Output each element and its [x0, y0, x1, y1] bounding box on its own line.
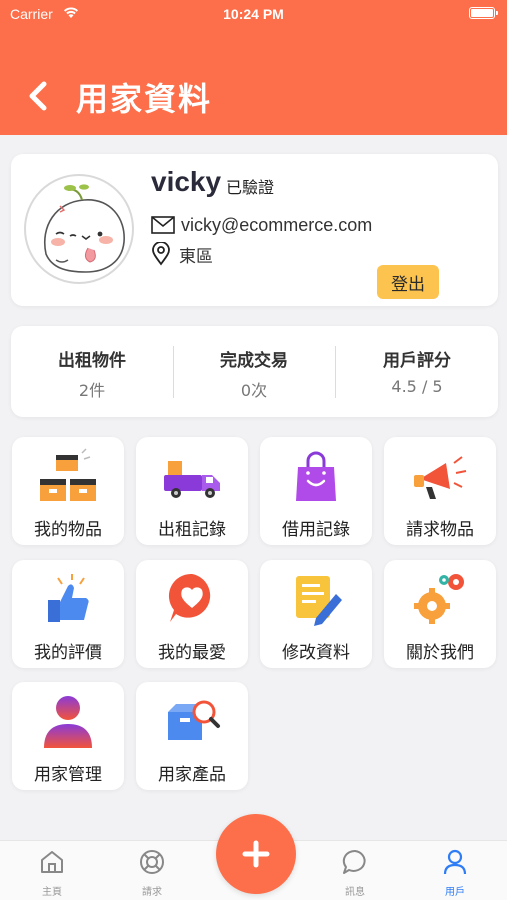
verified-badge: 已驗證 — [226, 178, 275, 197]
delivery-truck-icon — [164, 461, 220, 498]
avatar-illustration — [44, 184, 125, 273]
avatar[interactable] — [24, 174, 134, 284]
profile-card: vicky 已驗證 vicky@ecommerce.com 東區 登出 — [11, 154, 498, 306]
tile-label: 我的評價 — [34, 643, 102, 663]
shopping-bag-icon — [296, 451, 336, 501]
menu-borrow-records[interactable]: 借用記錄 — [260, 437, 372, 545]
gears-icon — [414, 574, 464, 624]
tile-label: 用家管理 — [34, 765, 102, 785]
menu-favourites[interactable]: 我的最愛 — [136, 560, 248, 668]
menu-user-products[interactable]: 用家產品 — [136, 682, 248, 790]
tab-label: 訊息 — [345, 887, 365, 898]
user-silhouette-icon — [44, 696, 92, 748]
tab-user[interactable]: 用戶 — [405, 841, 505, 900]
menu-rental-records[interactable]: 出租記錄 — [136, 437, 248, 545]
add-button[interactable] — [216, 814, 296, 894]
clock: 10:24 PM — [223, 6, 284, 22]
tab-requests[interactable]: 請求 — [102, 841, 202, 900]
stat-rentals: 出租物件 2件 — [11, 326, 173, 417]
thumbs-up-icon — [48, 574, 89, 622]
megaphone-icon — [414, 456, 467, 499]
email-text: vicky@ecommerce.com — [181, 214, 373, 235]
tile-label: 關於我們 — [406, 643, 474, 663]
username: vicky — [151, 166, 222, 197]
tile-label: 我的最愛 — [158, 643, 226, 663]
email-row: vicky@ecommerce.com — [151, 214, 372, 236]
menu-about-us[interactable]: 關於我們 — [384, 560, 496, 668]
edit-note-icon — [296, 576, 342, 626]
heart-bubble-icon — [168, 573, 211, 622]
stat-transactions: 完成交易 0次 — [173, 326, 335, 417]
user-icon — [443, 849, 467, 875]
product-search-icon — [168, 700, 220, 740]
envelope-icon — [151, 216, 175, 234]
stats-card: 出租物件 2件 完成交易 0次 用戶評分 4.5 / 5 — [11, 326, 498, 417]
status-bar: Carrier 10:24 PM — [0, 0, 507, 30]
lifebuoy-icon — [140, 850, 164, 874]
menu-my-reviews[interactable]: 我的評價 — [12, 560, 124, 668]
tab-home[interactable]: 主頁 — [2, 841, 102, 900]
tab-label: 主頁 — [42, 887, 62, 898]
tab-label: 請求 — [142, 887, 162, 898]
tile-label: 用家產品 — [158, 765, 226, 785]
back-arrow-icon[interactable] — [22, 76, 58, 116]
logout-button[interactable]: 登出 — [377, 265, 439, 299]
plus-icon — [242, 840, 270, 868]
tile-label: 出租記錄 — [158, 520, 226, 540]
location-pin-icon — [152, 242, 170, 266]
boxes-icon — [40, 448, 96, 501]
tab-messages[interactable]: 訊息 — [305, 841, 405, 900]
stat-rating: 用戶評分 4.5 / 5 — [336, 326, 498, 417]
menu-edit-profile[interactable]: 修改資料 — [260, 560, 372, 668]
tile-label: 我的物品 — [34, 520, 102, 540]
stat-label: 出租物件 — [58, 351, 126, 371]
tab-label: 用戶 — [445, 887, 465, 898]
district-text: 東區 — [179, 246, 213, 267]
stat-value: 0次 — [240, 381, 268, 400]
stat-value: 2件 — [78, 381, 106, 400]
tile-label: 請求物品 — [406, 520, 474, 540]
page-title: 用家資料 — [76, 80, 213, 118]
home-icon — [41, 851, 63, 873]
tile-label: 借用記錄 — [282, 520, 350, 540]
app-header: Carrier 10:24 PM 用家資料 — [0, 0, 507, 135]
stat-label: 完成交易 — [220, 351, 288, 371]
stat-value: 4.5 / 5 — [391, 377, 443, 396]
menu-request-items[interactable]: 請求物品 — [384, 437, 496, 545]
menu-user-management[interactable]: 用家管理 — [12, 682, 124, 790]
location-row: 東區 — [151, 242, 213, 267]
chat-bubble-icon — [342, 849, 366, 874]
menu-my-items[interactable]: 我的物品 — [12, 437, 124, 545]
stat-label: 用戶評分 — [383, 351, 451, 371]
tile-label: 修改資料 — [282, 643, 350, 663]
battery-icon — [469, 7, 498, 19]
